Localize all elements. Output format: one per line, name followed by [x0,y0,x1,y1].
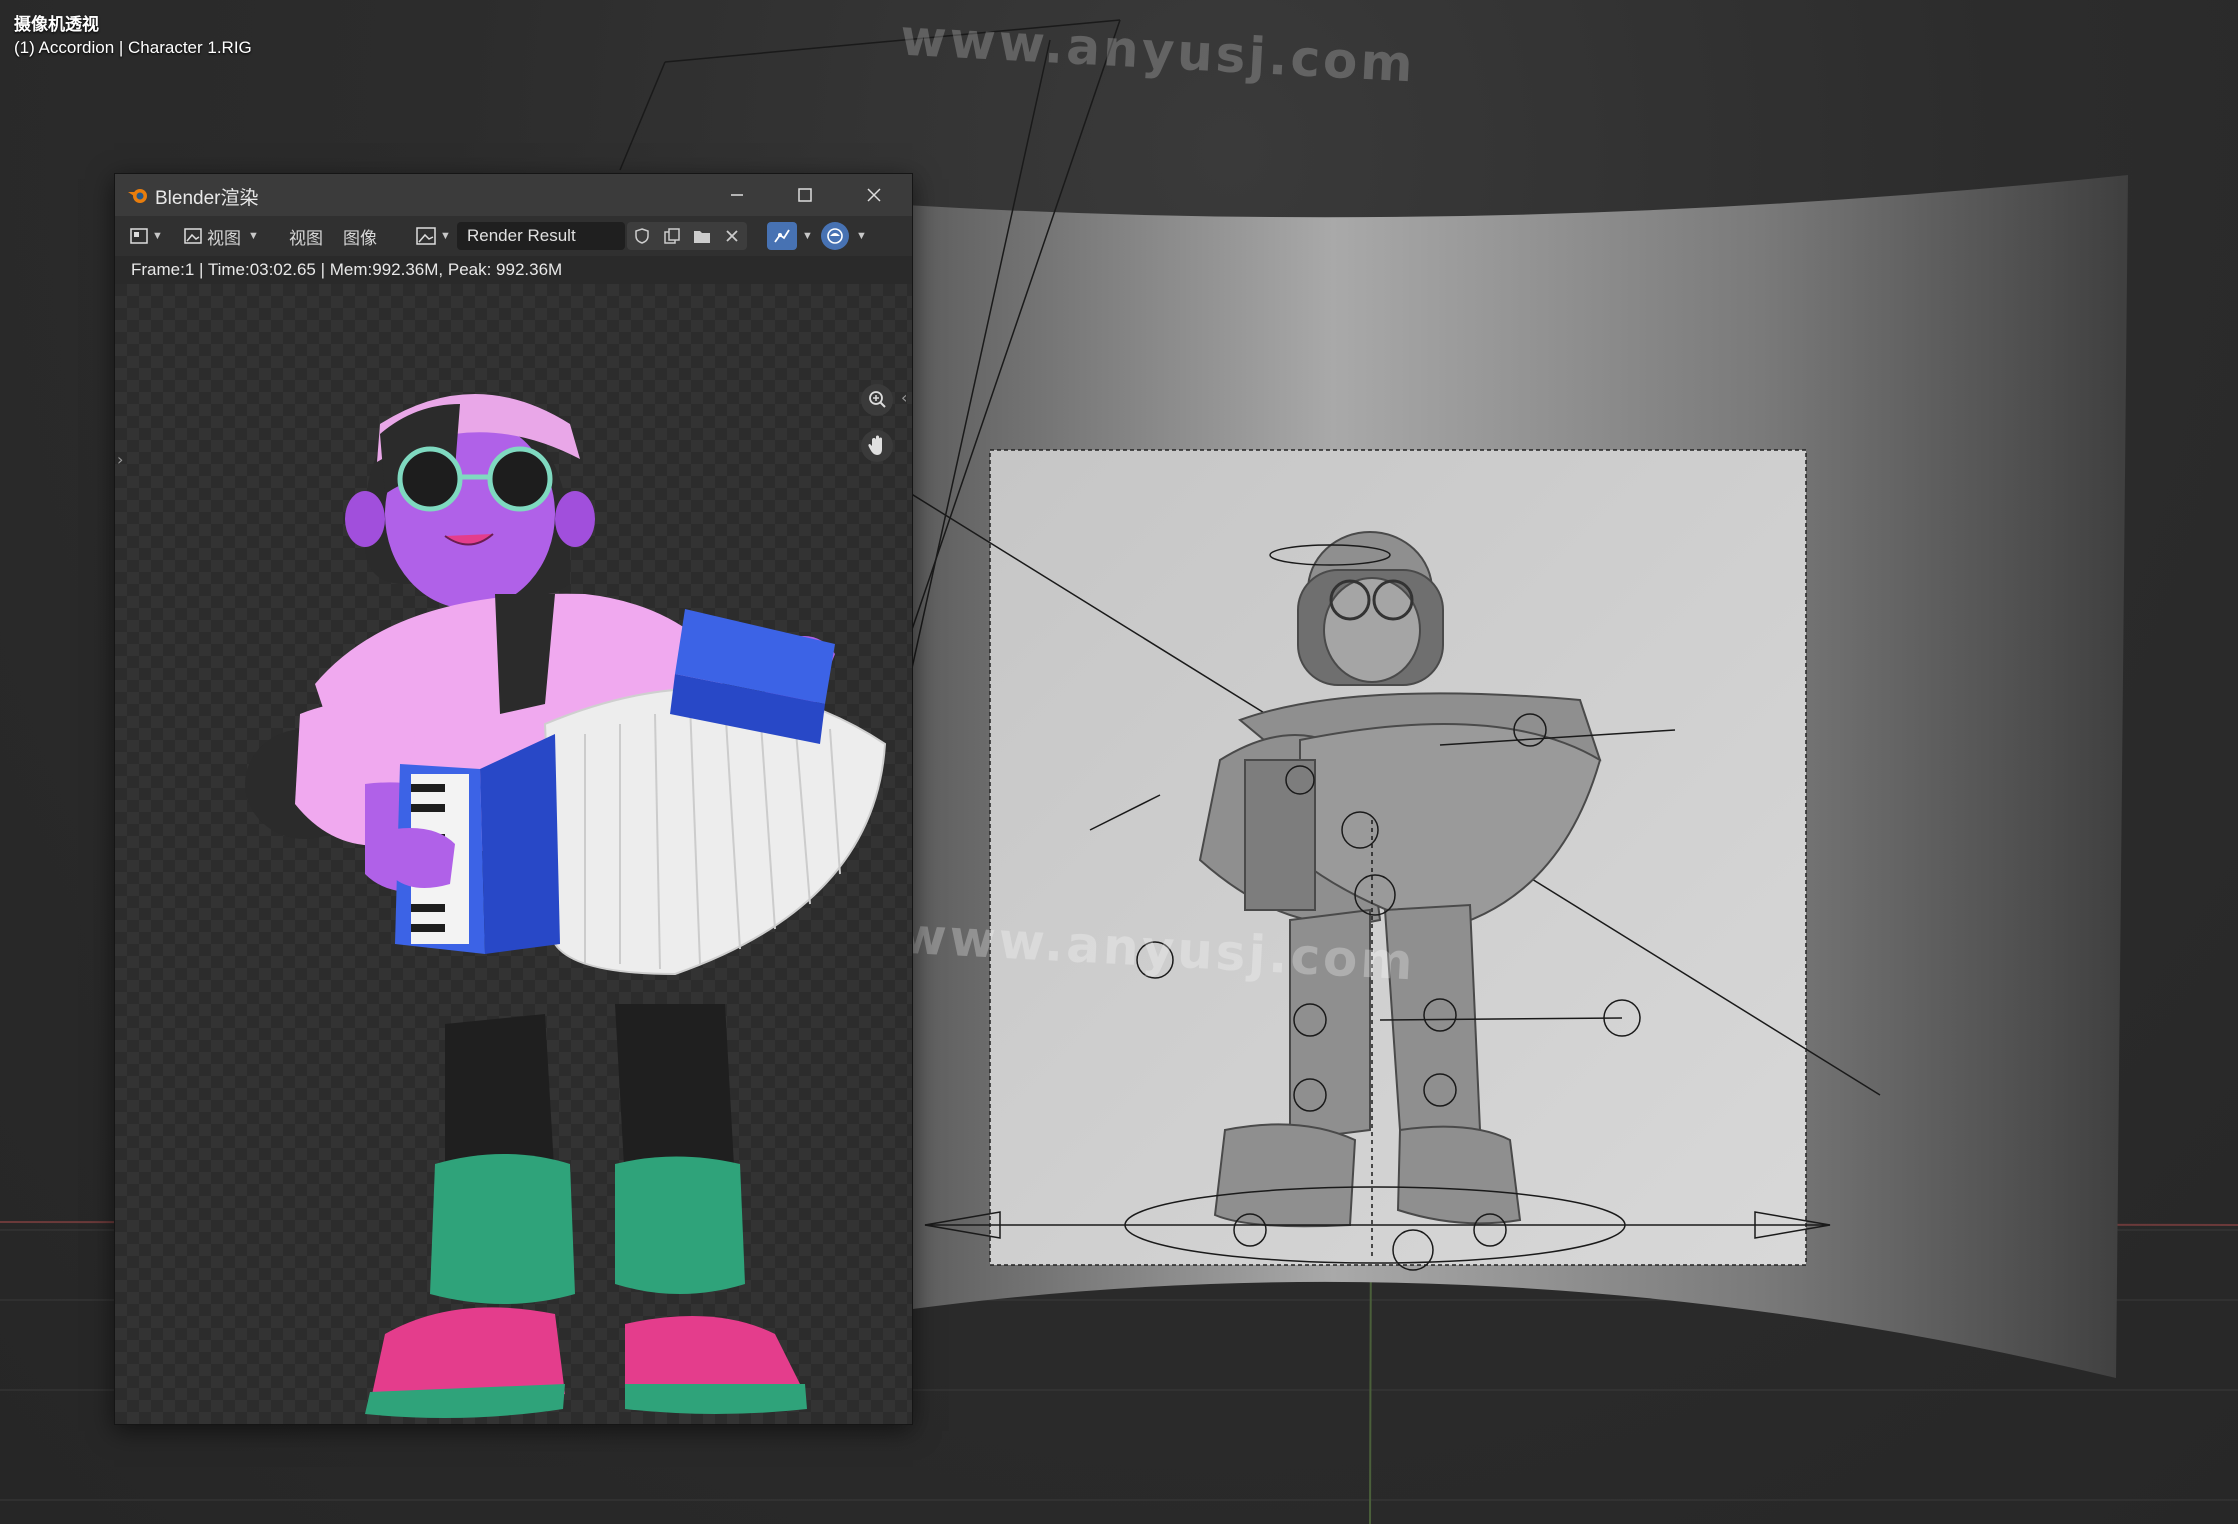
maximize-button[interactable] [771,174,839,216]
chevron-down-icon: ▼ [152,230,163,242]
minimize-button[interactable] [703,174,771,216]
render-canvas[interactable]: › ‹ [115,284,912,1424]
hand-icon [868,435,882,455]
chevron-down-icon: ▼ [856,230,867,242]
render-window-title: Blender渲染 [155,188,259,209]
sidebar-expand-arrow[interactable]: ‹ [901,388,907,407]
maximize-icon [798,188,812,202]
view-menu-text: 视图 [289,228,323,248]
image-editor-header: ▼ 视图 ▼ 视图 图像 ▼ Render Result ▼ ▼ [115,216,912,257]
render-stats-text: Frame:1 | Time:03:02.65 | Mem:992.36M, P… [131,260,563,279]
zoom-icon [869,391,886,408]
image-menu[interactable]: 图像 [339,222,381,250]
display-channels-dropdown[interactable]: ▼ [853,222,867,250]
scopes-dropdown[interactable]: ▼ [799,222,813,250]
render-info-bar: Frame:1 | Time:03:02.65 | Mem:992.36M, P… [115,256,912,284]
render-result-image [245,394,887,1418]
editor-type-icon [130,228,148,244]
scopes-toggle-button[interactable] [767,222,797,250]
display-channels-button[interactable] [821,222,849,250]
character-leg-right [615,1156,745,1294]
pan-button[interactable] [861,430,893,462]
shield-icon [635,228,649,244]
blender-logo-icon [128,189,147,203]
image-menu-text: 图像 [343,228,377,248]
chevron-down-icon: ▼ [802,230,813,242]
toolbar-expand-arrow[interactable]: › [117,450,123,469]
zoom-button[interactable] [861,384,893,416]
folder-icon [694,231,710,243]
x-icon [726,230,738,242]
chevron-down-icon: ▼ [440,230,451,242]
view-menu-label: 视图 [207,228,241,248]
minimize-icon [731,194,743,196]
render-window-titlebar[interactable]: Blender渲染 [115,174,912,216]
view-menu[interactable]: 视图 [285,222,327,250]
character-leg-left [430,1154,575,1304]
viewport-object-info: (1) Accordion | Character 1.RIG [14,38,252,57]
image-icon [184,228,202,244]
open-image-button[interactable] [687,222,717,250]
editor-type-dropdown[interactable]: ▼ [129,222,163,250]
render-window: Blender渲染 ▼ 视图 ▼ 视图 图像 ▼ Render Result ▼… [114,173,913,1425]
display-channels-icon [827,228,843,244]
copy-icon [664,228,680,244]
close-button[interactable] [840,174,908,216]
unlink-image-button[interactable] [717,222,747,250]
viewport-view-title: 摄像机透视 [14,15,99,34]
image-icon [416,227,436,245]
image-name-field[interactable]: Render Result [457,222,625,250]
close-icon [867,188,881,202]
browse-image-dropdown[interactable]: ▼ [415,222,451,250]
chevron-down-icon: ▼ [248,230,259,242]
view-dropdown[interactable]: 视图 ▼ [183,222,259,250]
new-image-button[interactable] [657,222,687,250]
accordion-bellows [543,687,887,976]
scopes-icon [774,229,790,243]
fake-user-button[interactable] [627,222,657,250]
